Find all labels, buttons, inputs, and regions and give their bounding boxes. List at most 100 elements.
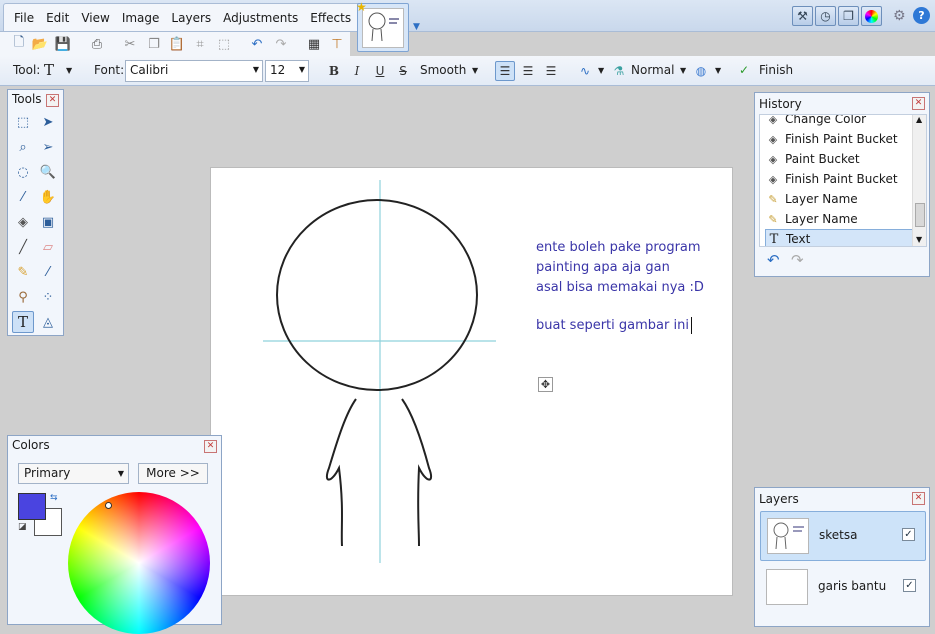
strikethrough-button[interactable]: S [393, 61, 413, 81]
clone-stamp-icon[interactable]: ⚲ [12, 286, 34, 308]
save-icon[interactable]: 💾 [54, 35, 72, 53]
finish-button[interactable]: Finish [759, 63, 793, 77]
image-list-dropdown-icon[interactable]: ▼ [413, 22, 420, 32]
primary-color-swatch[interactable] [18, 493, 46, 520]
history-undo-icon[interactable]: ↶ [767, 251, 780, 269]
tool-options-bar: Tool: T ▼ Font: Calibri ▼ 12 ▼ B I U S Smo… [0, 56, 935, 86]
menu-layers[interactable]: Layers [165, 4, 217, 31]
selection-mode-icon[interactable]: ◍ [691, 61, 711, 81]
font-family-select[interactable]: Calibri ▼ [125, 60, 263, 82]
curve-style-icon[interactable]: ∿ [575, 61, 595, 81]
align-left-icon[interactable]: ☰ [495, 61, 515, 81]
layers-panel: Layers ✕ sketsa ✓ garis bantu ✓ [754, 487, 930, 627]
layers-window-toggle-icon[interactable]: ❐ [838, 6, 859, 26]
magic-wand-icon[interactable]: ⁄ [12, 186, 34, 208]
history-item-selected[interactable]: T Text [765, 229, 915, 246]
align-right-icon[interactable]: ☰ [541, 61, 561, 81]
paint-bucket-icon: ◈ [768, 114, 778, 126]
move-handle-icon[interactable]: ✥ [538, 377, 553, 392]
tools-panel-close-icon[interactable]: ✕ [46, 94, 59, 107]
menu-edit[interactable]: Edit [40, 4, 75, 31]
blend-mode-dropdown-icon[interactable]: ▼ [680, 66, 686, 75]
tools-window-toggle-icon[interactable]: ⚒ [792, 6, 813, 26]
colors-window-toggle-icon[interactable] [861, 6, 882, 26]
italic-button[interactable]: I [347, 61, 367, 81]
open-file-icon[interactable]: 📂 [31, 35, 49, 53]
pencil-icon[interactable]: ✎ [12, 261, 34, 283]
history-item[interactable]: ✎ Layer Name [765, 209, 909, 229]
settings-gear-icon[interactable]: ⚙ [893, 8, 906, 24]
layer-row-selected[interactable]: sketsa ✓ [760, 511, 926, 561]
scroll-up-icon[interactable]: ▲ [916, 115, 922, 124]
menu-file[interactable]: File [8, 4, 40, 31]
curve-dropdown-icon[interactable]: ▼ [598, 66, 604, 75]
layers-panel-close-icon[interactable]: ✕ [912, 492, 925, 505]
canvas-text-line: ente boleh pake program [536, 240, 701, 255]
history-window-toggle-icon[interactable]: ◷ [815, 6, 836, 26]
help-icon[interactable]: ? [913, 7, 930, 24]
color-wheel[interactable] [68, 492, 210, 634]
history-panel-close-icon[interactable]: ✕ [912, 97, 925, 110]
menu-image[interactable]: Image [116, 4, 166, 31]
rectangle-select-icon[interactable]: ⬚ [12, 111, 34, 133]
paste-icon[interactable]: 📋 [168, 35, 186, 53]
menu-effects[interactable]: Effects [304, 4, 357, 31]
swap-colors-icon[interactable]: ⇆ [50, 493, 58, 503]
more-colors-button[interactable]: More >> [138, 463, 208, 484]
text-tool-icon[interactable]: T [12, 311, 34, 333]
color-wheel-handle[interactable] [105, 502, 112, 509]
color-picker-icon[interactable]: ⁄ [37, 261, 59, 283]
gradient-icon[interactable]: ▣ [37, 211, 59, 233]
menu-view[interactable]: View [75, 4, 115, 31]
blend-mode-select[interactable]: Normal [631, 63, 674, 77]
history-scrollbar[interactable]: ▲ ▼ [912, 115, 926, 246]
history-item[interactable]: ◈ Finish Paint Bucket [765, 129, 909, 149]
print-icon[interactable]: ⎙ [88, 35, 106, 53]
zoom-icon[interactable]: 🔍 [37, 161, 59, 183]
pan-hand-icon[interactable]: ✋ [37, 186, 59, 208]
ellipse-select-icon[interactable]: ◌ [12, 161, 34, 183]
copy-icon[interactable]: ❐ [145, 35, 163, 53]
shapes-icon[interactable]: ◬ [37, 311, 59, 333]
bold-button[interactable]: B [324, 61, 344, 81]
move-selection-icon[interactable]: ➢ [37, 136, 59, 158]
crop-to-selection-icon[interactable]: ⌗ [191, 35, 209, 53]
paint-bucket-icon[interactable]: ◈ [12, 211, 34, 233]
history-item[interactable]: ◈ Paint Bucket [765, 149, 909, 169]
antialiasing-select[interactable]: Smooth [420, 63, 466, 77]
colors-panel-close-icon[interactable]: ✕ [204, 440, 217, 453]
align-center-icon[interactable]: ☰ [518, 61, 538, 81]
rulers-toggle-icon[interactable]: ⊤ [328, 35, 346, 53]
layer-visibility-checkbox[interactable]: ✓ [902, 528, 915, 541]
redo-icon[interactable]: ↷ [272, 35, 290, 53]
paintbrush-icon[interactable]: ╱ [12, 236, 34, 258]
eraser-icon[interactable]: ▱ [37, 236, 59, 258]
tool-dropdown-arrow-icon[interactable]: ▼ [66, 66, 72, 75]
image-canvas[interactable]: ente boleh pake program painting apa aja… [210, 167, 733, 596]
scrollbar-thumb[interactable] [915, 203, 925, 227]
new-file-icon[interactable]: 🗋 [10, 35, 28, 53]
layer-visibility-checkbox[interactable]: ✓ [903, 579, 916, 592]
lasso-select-icon[interactable]: ⌕ [12, 136, 34, 158]
history-item[interactable]: ◈ Change Color [765, 114, 909, 129]
selection-mode-dropdown-icon[interactable]: ▼ [715, 66, 721, 75]
grid-toggle-icon[interactable]: ▦ [305, 35, 323, 53]
scroll-down-icon[interactable]: ▼ [916, 235, 922, 244]
color-mode-select[interactable]: Primary ▼ [18, 463, 129, 484]
underline-button[interactable]: U [370, 61, 390, 81]
font-size-select[interactable]: 12 ▼ [265, 60, 309, 82]
move-selected-icon[interactable]: ➤ [37, 111, 59, 133]
menu-adjustments[interactable]: Adjustments [217, 4, 304, 31]
reset-colors-icon[interactable]: ◪ [18, 522, 27, 532]
cut-icon[interactable]: ✂ [121, 35, 139, 53]
undo-icon[interactable]: ↶ [248, 35, 266, 53]
antialiasing-dropdown-icon[interactable]: ▼ [472, 66, 478, 75]
image-tab-thumbnail[interactable]: ★ [356, 0, 409, 52]
recolor-icon[interactable]: ⁘ [37, 286, 59, 308]
history-item[interactable]: ◈ Finish Paint Bucket [765, 169, 909, 189]
text-tool-selector-icon[interactable]: T [44, 61, 54, 79]
history-redo-icon[interactable]: ↷ [791, 251, 804, 269]
deselect-icon[interactable]: ⬚ [215, 35, 233, 53]
history-item[interactable]: ✎ Layer Name [765, 189, 909, 209]
layer-row[interactable]: garis bantu ✓ [760, 563, 926, 613]
